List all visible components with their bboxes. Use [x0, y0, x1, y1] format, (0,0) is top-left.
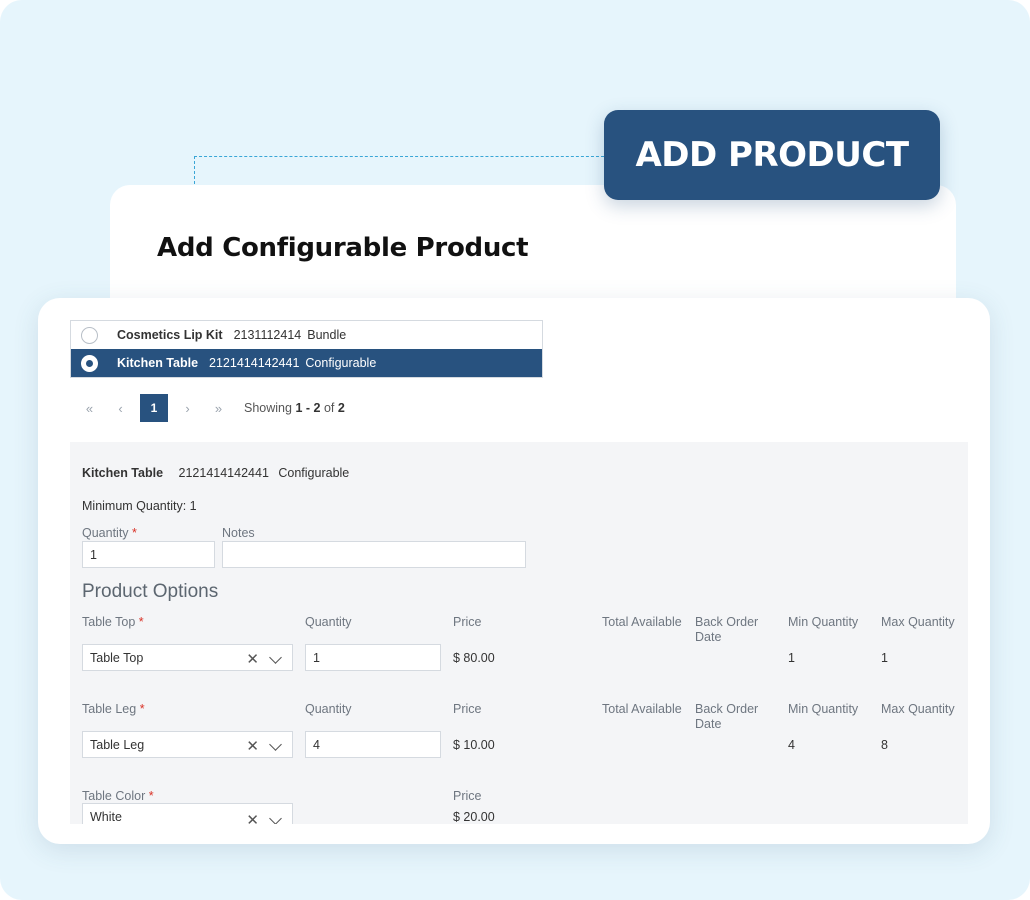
quantity-value: 1 — [90, 547, 97, 562]
close-icon[interactable]: ✕ — [246, 737, 259, 755]
option-qty-label: Quantity — [305, 702, 352, 716]
option-label-text: Table Color — [82, 789, 146, 803]
product-options-title: Product Options — [82, 581, 219, 602]
showing-label: Showing — [244, 401, 292, 415]
chevron-down-icon[interactable] — [269, 811, 282, 824]
product-name: Cosmetics Lip Kit — [117, 328, 223, 342]
option-label-table-color: Table Color * — [82, 789, 154, 803]
current-page-button[interactable]: 1 — [140, 394, 168, 422]
option-label-table-top: Table Top * — [82, 615, 144, 629]
option-label-table-leg: Table Leg * — [82, 702, 145, 716]
quantity-label: Quantity * — [82, 526, 137, 540]
option-price-value: $ 20.00 — [453, 810, 495, 824]
option-qty-value: 1 — [313, 650, 320, 665]
option-select-table-top[interactable]: Table Top ✕ — [82, 644, 293, 671]
select-controls: ✕ — [246, 650, 282, 668]
option-qty-value: 4 — [313, 737, 320, 752]
option-price-label: Price — [453, 615, 482, 629]
option-price-label: Price — [453, 702, 482, 716]
option-select-table-color[interactable]: White ✕ — [82, 803, 293, 824]
of-label: of — [323, 401, 335, 415]
back-card-title: Add Configurable Product — [157, 233, 529, 263]
product-type: Configurable — [305, 356, 377, 370]
detail-product-sku: 2121414142441 — [178, 466, 269, 480]
product-type: Bundle — [307, 328, 347, 342]
product-row-cosmetics-lip-kit[interactable]: Cosmetics Lip Kit 2131112414 Bundle — [71, 321, 542, 349]
option-total-label: Total Available — [602, 615, 682, 629]
option-select-value: Table Top — [90, 650, 144, 665]
option-max-value: 8 — [881, 738, 888, 752]
product-sku: 2131112414 — [233, 328, 302, 342]
required-mark: * — [132, 526, 137, 540]
select-controls: ✕ — [246, 737, 282, 755]
required-mark: * — [139, 702, 145, 716]
product-detail-panel: Kitchen Table 2121414142441 Configurable… — [70, 442, 968, 824]
pagination: « ‹ 1 › » Showing 1 - 2 of 2 — [74, 394, 345, 422]
option-min-label: Min Quantity — [788, 615, 859, 629]
option-back-order-label: Back Order Date — [695, 615, 759, 644]
option-qty-input-table-top[interactable]: 1 — [305, 644, 441, 671]
option-price-value: $ 10.00 — [453, 738, 495, 752]
next-page-button[interactable]: › — [172, 401, 203, 416]
option-select-table-leg[interactable]: Table Leg ✕ — [82, 731, 293, 758]
pagination-info: Showing 1 - 2 of 2 — [244, 401, 345, 415]
required-mark: * — [138, 615, 144, 629]
add-product-badge: ADD PRODUCT — [604, 110, 940, 200]
option-qty-label: Quantity — [305, 615, 352, 629]
dashed-connector — [194, 156, 604, 184]
minimum-quantity: Minimum Quantity: 1 — [82, 499, 197, 513]
option-min-label: Min Quantity — [788, 702, 859, 716]
notes-input[interactable] — [222, 541, 526, 568]
quantity-label-text: Quantity — [82, 526, 129, 540]
option-back-order-label: Back Order Date — [695, 702, 759, 731]
front-card: Cosmetics Lip Kit 2131112414 Bundle Kitc… — [38, 298, 990, 844]
select-controls: ✕ — [246, 811, 282, 824]
prev-page-button[interactable]: ‹ — [105, 401, 136, 416]
option-price-value: $ 80.00 — [453, 651, 495, 665]
option-max-value: 1 — [881, 651, 888, 665]
option-qty-input-table-leg[interactable]: 4 — [305, 731, 441, 758]
option-price-label: Price — [453, 789, 482, 803]
detail-product-type: Configurable — [278, 466, 350, 480]
close-icon[interactable]: ✕ — [246, 811, 259, 824]
showing-range: 1 - 2 — [295, 401, 321, 415]
option-min-value: 1 — [788, 651, 795, 665]
option-max-label: Max Quantity — [881, 615, 955, 629]
quantity-input[interactable]: 1 — [82, 541, 215, 568]
chevron-down-icon[interactable] — [269, 737, 282, 751]
detail-product-name: Kitchen Table — [82, 466, 164, 480]
showing-total: 2 — [337, 401, 345, 415]
first-page-button[interactable]: « — [74, 401, 105, 416]
option-select-value: Table Leg — [90, 737, 145, 752]
option-total-label: Total Available — [602, 702, 682, 716]
detail-product-header: Kitchen Table 2121414142441 Configurable — [82, 466, 349, 480]
radio-button[interactable] — [81, 326, 98, 344]
option-label-text: Table Top — [82, 615, 136, 629]
option-label-text: Table Leg — [82, 702, 137, 716]
product-sku: 2121414142441 — [209, 356, 300, 370]
option-min-value: 4 — [788, 738, 795, 752]
product-name: Kitchen Table — [117, 356, 199, 370]
product-row-kitchen-table[interactable]: Kitchen Table 2121414142441 Configurable — [71, 349, 542, 377]
close-icon[interactable]: ✕ — [246, 650, 259, 668]
radio-button-selected[interactable] — [81, 354, 98, 372]
notes-label: Notes — [222, 526, 255, 540]
chevron-down-icon[interactable] — [269, 650, 282, 664]
option-select-value: White — [90, 810, 122, 824]
option-max-label: Max Quantity — [881, 702, 955, 716]
required-mark: * — [148, 789, 154, 803]
last-page-button[interactable]: » — [203, 401, 234, 416]
product-list: Cosmetics Lip Kit 2131112414 Bundle Kitc… — [70, 320, 543, 378]
